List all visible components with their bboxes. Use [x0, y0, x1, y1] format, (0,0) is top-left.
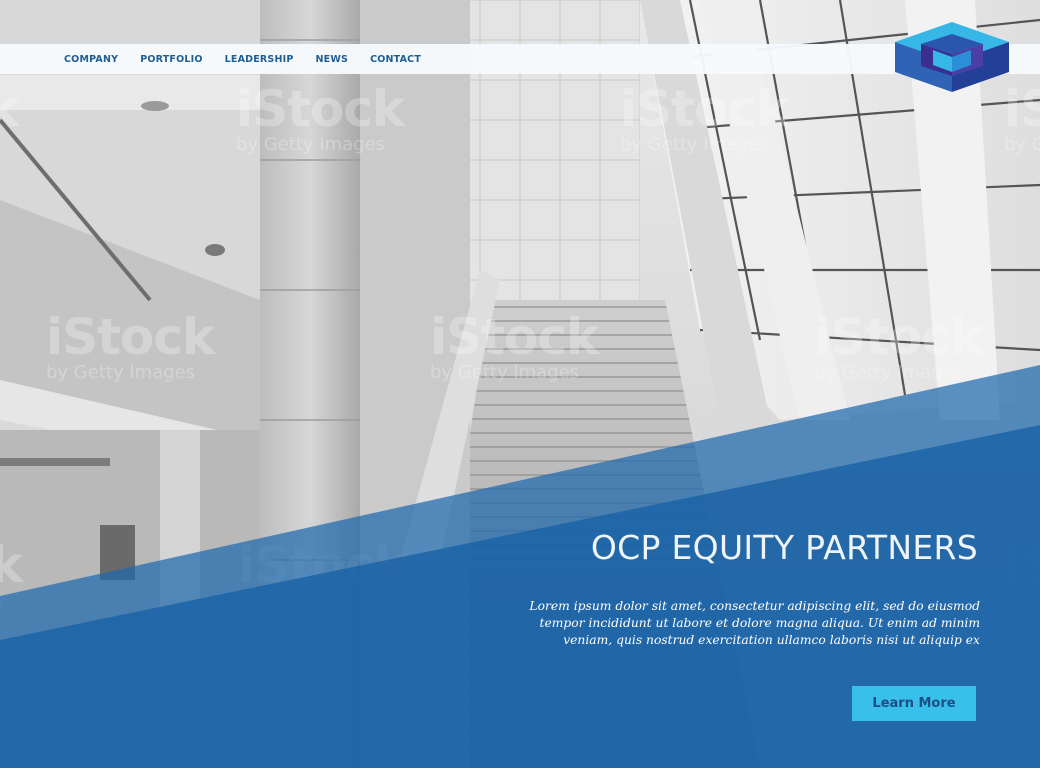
nav-item-company[interactable]: COMPANY: [64, 54, 118, 65]
nav-item-portfolio[interactable]: PORTFOLIO: [140, 54, 202, 65]
nav-item-leadership[interactable]: LEADERSHIP: [225, 54, 294, 65]
nav-menu: COMPANY PORTFOLIO LEADERSHIP NEWS CONTAC…: [64, 44, 443, 74]
nav-item-contact[interactable]: CONTACT: [370, 54, 421, 65]
nav-item-news[interactable]: NEWS: [316, 54, 349, 65]
hero-section: iStock by Getty Images iStock by Getty Ima…: [0, 0, 1040, 768]
hero-body-text: Lorem ipsum dolor sit amet, consectetur …: [529, 599, 980, 647]
learn-more-button[interactable]: Learn More: [852, 686, 976, 721]
top-nav-bar: COMPANY PORTFOLIO LEADERSHIP NEWS CONTAC…: [0, 44, 1040, 74]
cube-logo-icon[interactable]: [893, 20, 1011, 94]
blue-diagonal-overlay: [0, 365, 1040, 768]
hero-headline: OCP EQUITY PARTNERS: [590, 528, 978, 567]
